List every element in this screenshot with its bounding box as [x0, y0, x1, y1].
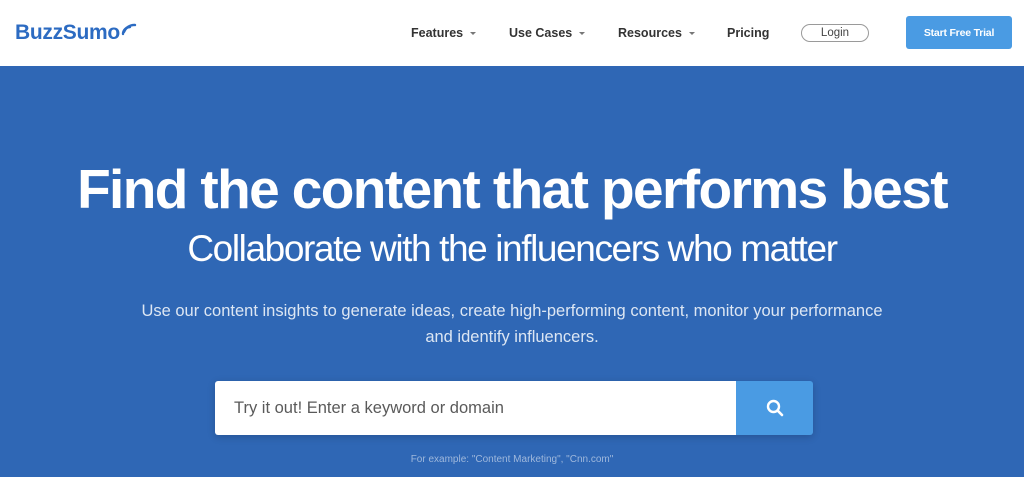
signal-waves-icon [121, 23, 137, 36]
hero-description: Use our content insights to generate ide… [112, 298, 912, 350]
caret-down-icon [579, 32, 586, 35]
start-free-trial-button[interactable]: Start Free Trial [906, 16, 1012, 49]
nav-item-pricing[interactable]: Pricing [727, 26, 769, 40]
hero-description-line: and identify influencers. [425, 328, 599, 346]
nav-item-features[interactable]: Features [411, 26, 477, 40]
nav-item-resources[interactable]: Resources [618, 26, 695, 40]
search-button[interactable] [736, 381, 813, 435]
search-example-text: For example: "Content Marketing", "Cnn.c… [410, 454, 614, 465]
nav-item-label: Pricing [727, 26, 770, 40]
search-form [215, 381, 813, 435]
hero-description-line: Use our content insights to generate ide… [141, 302, 883, 320]
login-button[interactable]: Login [801, 24, 869, 42]
hero-section: Find the content that performs best Coll… [0, 66, 1024, 477]
logo-text: BuzzSumo [15, 21, 120, 44]
caret-down-icon [470, 32, 477, 35]
hero-title: Find the content that performs best [77, 158, 948, 220]
hero-subtitle: Collaborate with the influencers who mat… [187, 228, 838, 269]
buzzsumo-logo[interactable]: BuzzSumo [15, 17, 139, 49]
search-input[interactable] [215, 381, 736, 435]
nav-item-label: Features [411, 26, 464, 40]
nav-item-use-cases[interactable]: Use Cases [509, 26, 586, 40]
search-icon [766, 399, 783, 417]
caret-down-icon [688, 32, 695, 35]
nav-item-label: Resources [618, 26, 682, 40]
site-header: BuzzSumo Features Use Cases Resources Pr… [0, 0, 1024, 66]
nav-item-label: Use Cases [509, 26, 573, 40]
